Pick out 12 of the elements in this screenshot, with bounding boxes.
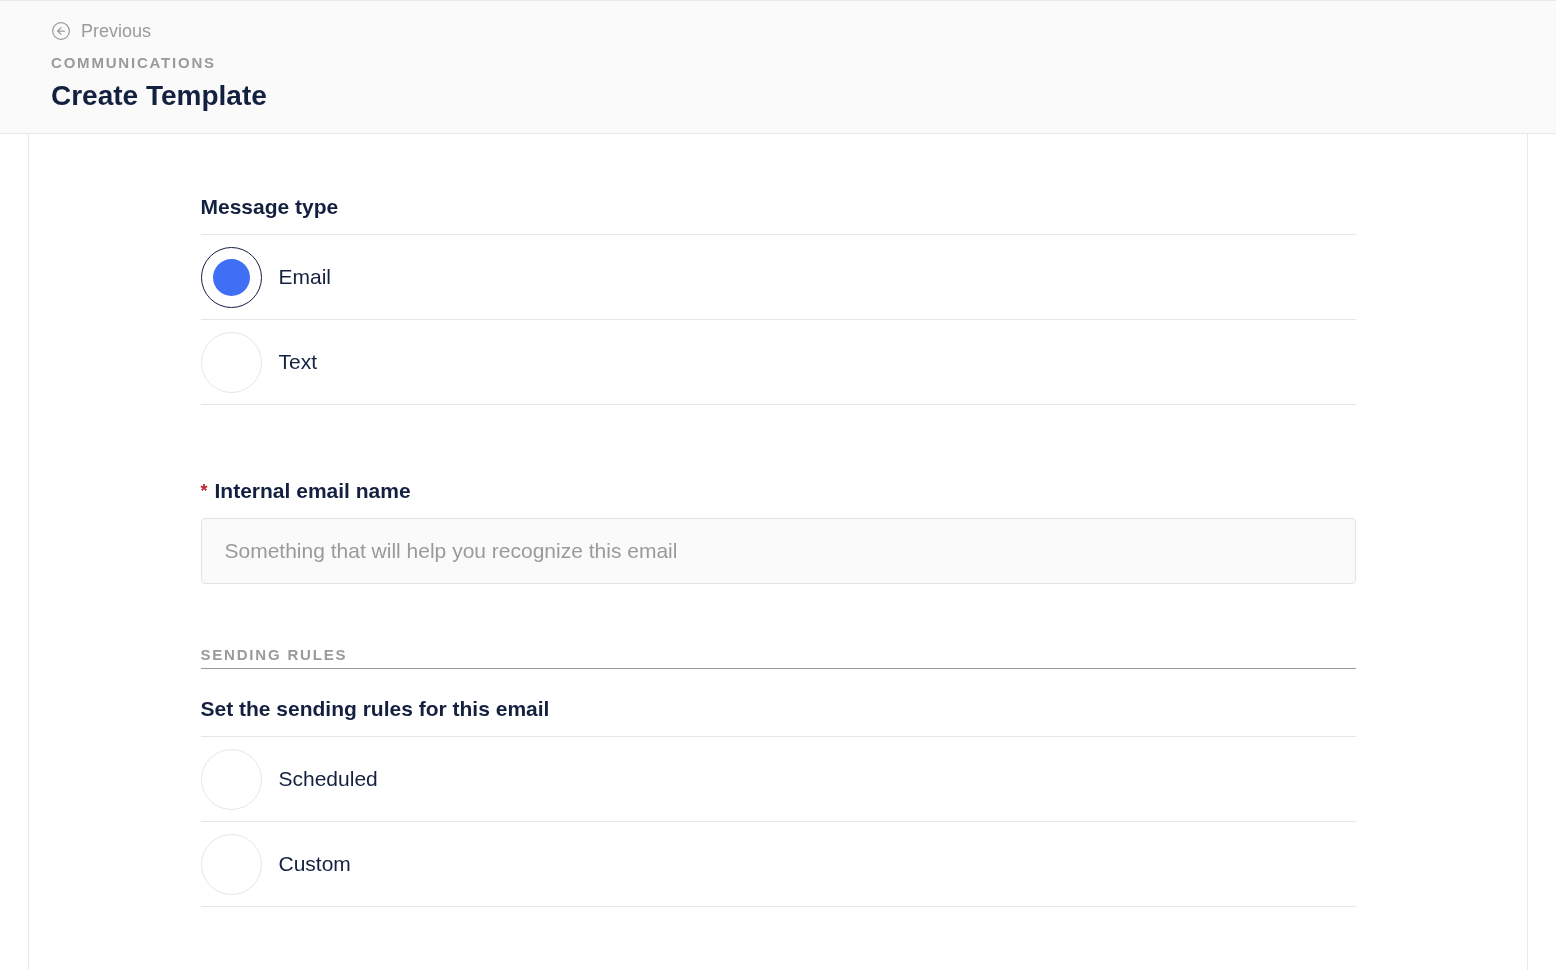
option-label[interactable]: Email	[278, 263, 331, 291]
section-label: SENDING RULES	[200, 645, 349, 665]
section-heading: Message type	[200, 194, 340, 220]
required-mark: *	[200, 480, 208, 503]
option-label[interactable]: Scheduled	[278, 765, 378, 793]
section-heading: Set the sending rules for this email	[200, 696, 551, 722]
field-label: Internal email name	[214, 478, 411, 504]
option-label[interactable]: Text	[278, 348, 317, 376]
option-label[interactable]: Custom	[278, 850, 351, 878]
section-label: COMMUNICATIONS	[51, 53, 216, 73]
input-field[interactable]: Something that will help you recognize this email	[200, 518, 1356, 584]
page-title: Create Template	[51, 79, 267, 113]
